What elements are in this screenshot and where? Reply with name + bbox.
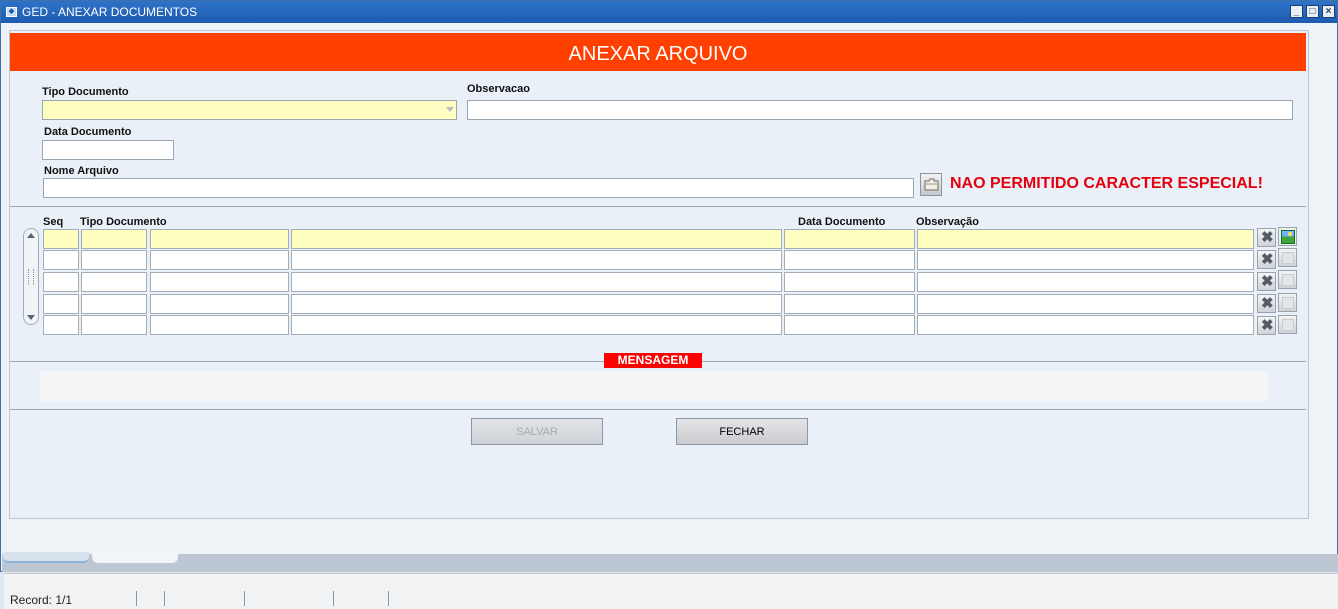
delete-x-icon: ✖ bbox=[1261, 273, 1274, 290]
view-image-button bbox=[1278, 270, 1297, 289]
grid-cell-observacao[interactable] bbox=[917, 315, 1254, 335]
grid-cell-data-documento[interactable] bbox=[784, 315, 915, 335]
delete-row-button[interactable]: ✖ bbox=[1257, 272, 1276, 291]
image-icon bbox=[1282, 297, 1294, 309]
record-indicator: Record: 1/1 bbox=[10, 593, 73, 607]
grid-cell-col2[interactable] bbox=[81, 250, 147, 270]
grid-header-seq: Seq bbox=[43, 216, 64, 228]
grid-cell-observacao[interactable] bbox=[917, 250, 1254, 270]
grid-cell-seq[interactable] bbox=[43, 294, 79, 314]
grid-cell-col2[interactable] bbox=[81, 229, 147, 249]
grid-cell-data-documento[interactable] bbox=[784, 229, 915, 249]
nome-arquivo-input[interactable] bbox=[43, 178, 914, 198]
view-image-button bbox=[1278, 315, 1297, 334]
grid-cell-col3[interactable] bbox=[150, 272, 289, 292]
grid-cell-col3[interactable] bbox=[150, 294, 289, 314]
data-documento-input[interactable] bbox=[42, 140, 174, 160]
grid-cell-tipo-documento[interactable] bbox=[291, 315, 782, 335]
minimize-icon[interactable]: _ bbox=[1290, 5, 1303, 18]
window-title: GED - ANEXAR DOCUMENTOS bbox=[22, 5, 198, 19]
grid-header-observacao: Observação bbox=[916, 216, 979, 228]
scroll-down-icon[interactable] bbox=[27, 315, 35, 320]
grid-cell-tipo-documento[interactable] bbox=[291, 229, 782, 249]
sun-icon bbox=[1288, 232, 1292, 236]
delete-row-button[interactable]: ✖ bbox=[1257, 250, 1276, 269]
maximize-icon[interactable]: □ bbox=[1306, 5, 1319, 18]
grid-header-data-documento: Data Documento bbox=[798, 216, 886, 228]
special-char-warning: NAO PERMITIDO CARACTER ESPECIAL! bbox=[950, 175, 1263, 192]
image-icon bbox=[1282, 319, 1294, 331]
delete-x-icon: ✖ bbox=[1261, 317, 1274, 334]
fechar-button[interactable]: FECHAR bbox=[676, 418, 808, 445]
grid-cell-tipo-documento[interactable] bbox=[291, 250, 782, 270]
view-image-button bbox=[1278, 248, 1297, 267]
grid-cell-col3[interactable] bbox=[150, 229, 289, 249]
delete-x-icon: ✖ bbox=[1261, 229, 1274, 246]
grid-cell-col2[interactable] bbox=[81, 315, 147, 335]
delete-row-button[interactable]: ✖ bbox=[1257, 316, 1276, 335]
image-icon bbox=[1282, 252, 1294, 264]
tab-strip bbox=[2, 554, 1338, 572]
grid-cell-observacao[interactable] bbox=[917, 272, 1254, 292]
image-icon bbox=[1282, 274, 1294, 286]
scroll-up-icon[interactable] bbox=[27, 233, 35, 238]
grid-cell-col3[interactable] bbox=[150, 315, 289, 335]
grid-cell-col2[interactable] bbox=[81, 294, 147, 314]
status-separator bbox=[333, 591, 334, 606]
observacao-label: Observacao bbox=[467, 83, 530, 95]
view-image-button[interactable] bbox=[1278, 227, 1297, 246]
folder-icon bbox=[924, 178, 939, 191]
status-bar bbox=[4, 573, 1338, 609]
grid-cell-tipo-documento[interactable] bbox=[291, 294, 782, 314]
grid-cell-tipo-documento[interactable] bbox=[291, 272, 782, 292]
nome-arquivo-label: Nome Arquivo bbox=[44, 165, 119, 177]
delete-row-button[interactable]: ✖ bbox=[1257, 294, 1276, 313]
status-separator bbox=[244, 591, 245, 606]
message-box bbox=[40, 371, 1268, 401]
scroll-grip-icon[interactable] bbox=[28, 269, 34, 285]
tipo-documento-label: Tipo Documento bbox=[42, 86, 129, 98]
observacao-input[interactable] bbox=[467, 100, 1293, 120]
grid-cell-observacao[interactable] bbox=[917, 294, 1254, 314]
page-title-banner: ANEXAR ARQUIVO bbox=[10, 33, 1306, 71]
delete-x-icon: ✖ bbox=[1261, 251, 1274, 268]
data-documento-label: Data Documento bbox=[44, 126, 132, 138]
grid-cell-seq[interactable] bbox=[43, 250, 79, 270]
chevron-down-icon[interactable] bbox=[446, 107, 454, 112]
grid-cell-seq[interactable] bbox=[43, 272, 79, 292]
grid-cell-data-documento[interactable] bbox=[784, 250, 915, 270]
titlebar[interactable]: ◆ GED - ANEXAR DOCUMENTOS _ □ × bbox=[1, 1, 1337, 23]
grid-cell-data-documento[interactable] bbox=[784, 272, 915, 292]
delete-row-button[interactable]: ✖ bbox=[1257, 228, 1276, 247]
grid-cell-col2[interactable] bbox=[81, 272, 147, 292]
divider bbox=[10, 206, 1306, 207]
status-separator bbox=[164, 591, 165, 606]
tab-1[interactable] bbox=[3, 552, 89, 563]
tab-2[interactable] bbox=[92, 552, 178, 563]
divider bbox=[10, 409, 1306, 410]
status-separator bbox=[388, 591, 389, 606]
browse-file-button[interactable] bbox=[920, 173, 942, 196]
view-image-button bbox=[1278, 293, 1297, 312]
delete-x-icon: ✖ bbox=[1261, 295, 1274, 312]
close-icon[interactable]: × bbox=[1322, 5, 1335, 18]
grid-cell-seq[interactable] bbox=[43, 315, 79, 335]
status-separator bbox=[136, 591, 137, 606]
grid-cell-seq[interactable] bbox=[43, 229, 79, 249]
grid-cell-data-documento[interactable] bbox=[784, 294, 915, 314]
tipo-documento-select[interactable] bbox=[42, 100, 457, 120]
app-icon: ◆ bbox=[6, 7, 17, 17]
message-label: MENSAGEM bbox=[604, 353, 702, 368]
grid-scrollbar[interactable] bbox=[23, 228, 39, 325]
salvar-button[interactable]: SALVAR bbox=[471, 418, 603, 445]
grid-cell-col3[interactable] bbox=[150, 250, 289, 270]
grid-header-tipo-documento: Tipo Documento bbox=[80, 216, 167, 228]
grid-cell-observacao[interactable] bbox=[917, 229, 1254, 249]
